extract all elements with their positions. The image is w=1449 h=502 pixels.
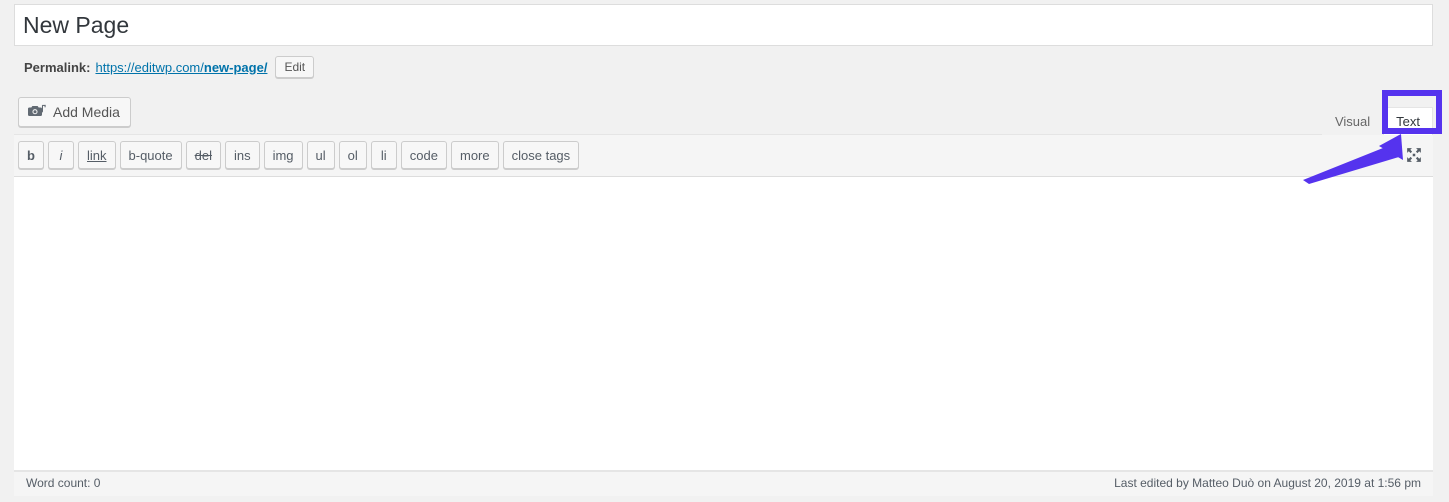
quicktag-italic[interactable]: i — [48, 141, 74, 169]
quicktag-li[interactable]: li — [370, 141, 397, 169]
quicktag-blockquote[interactable]: b-quote — [119, 141, 182, 169]
permalink-link[interactable]: https://editwp.com/new-page/ — [95, 60, 267, 75]
post-title-field-wrapper[interactable] — [14, 4, 1433, 46]
editor-content-area[interactable] — [14, 177, 1433, 471]
post-title-input[interactable] — [15, 5, 1432, 45]
quicktag-code[interactable]: code — [400, 141, 447, 169]
permalink-label: Permalink: — [24, 59, 91, 75]
add-media-button[interactable]: Add Media — [18, 97, 131, 127]
quicktag-more[interactable]: more — [451, 141, 499, 169]
quicktag-ins[interactable]: ins — [224, 141, 260, 169]
editor-content-textarea[interactable] — [14, 177, 1433, 470]
permalink-url-prefix: https://editwp.com/ — [95, 59, 204, 75]
last-edited-label: Last edited by Matteo Duò on August 20, … — [1114, 476, 1421, 490]
quicktag-ol[interactable]: ol — [338, 141, 367, 169]
add-media-label: Add Media — [53, 104, 120, 120]
wordpress-classic-editor-screen: Permalink: https://editwp.com/new-page/ … — [0, 0, 1449, 502]
tab-text-label: Text — [1396, 114, 1420, 129]
quicktags-toolbar: b i link b-quote del ins img ul ol li co… — [14, 135, 1433, 177]
quicktag-link[interactable]: link — [78, 141, 116, 169]
editor-mode-tabs: Visual Text — [1321, 102, 1433, 135]
quicktag-del[interactable]: del — [185, 141, 221, 169]
permalink-row: Permalink: https://editwp.com/new-page/ … — [24, 55, 315, 79]
tab-visual[interactable]: Visual — [1321, 107, 1384, 135]
quicktags-button-group: b i link b-quote del ins img ul ol li co… — [18, 141, 580, 169]
quicktag-img[interactable]: img — [263, 141, 303, 169]
permalink-edit-button[interactable]: Edit — [275, 56, 315, 78]
editor-container: Add Media Visual Text b i link b-quote d… — [14, 90, 1433, 496]
distraction-free-expand-icon[interactable] — [1399, 141, 1429, 169]
word-count-label: Word count: 0 — [26, 476, 101, 490]
tab-text[interactable]: Text — [1383, 107, 1433, 135]
editor-media-bar: Add Media Visual Text — [14, 90, 1433, 135]
quicktag-bold[interactable]: b — [18, 141, 44, 169]
editor-status-bar: Word count: 0 Last edited by Matteo Duò … — [14, 471, 1433, 496]
tab-visual-label: Visual — [1334, 114, 1371, 129]
quicktag-close-tags[interactable]: close tags — [502, 141, 580, 169]
permalink-url-slug: new-page/ — [203, 59, 268, 75]
quicktag-ul[interactable]: ul — [306, 141, 335, 169]
media-camera-music-icon — [27, 102, 47, 122]
